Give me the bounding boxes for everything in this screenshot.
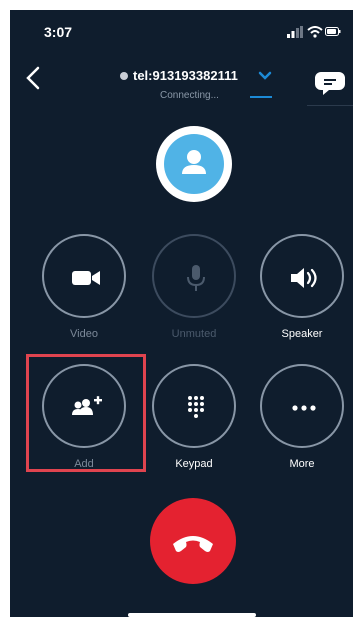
microphone-icon bbox=[187, 265, 205, 291]
end-call-button[interactable] bbox=[150, 498, 236, 584]
chat-button[interactable] bbox=[307, 66, 353, 106]
keypad-button[interactable]: Keypad bbox=[150, 364, 240, 474]
avatar bbox=[164, 134, 224, 194]
chat-button-underline bbox=[307, 105, 353, 106]
signal-icon bbox=[287, 26, 303, 38]
call-screen: 3:07 tel:913193382111 Connecting... Vide… bbox=[10, 10, 353, 617]
more-dots-icon bbox=[292, 405, 316, 411]
add-people-icon bbox=[72, 396, 102, 415]
home-indicator[interactable] bbox=[128, 613, 256, 617]
back-button[interactable] bbox=[20, 64, 46, 92]
keypad-icon bbox=[188, 396, 204, 418]
more-circle bbox=[260, 364, 344, 448]
video-label: Video bbox=[70, 328, 98, 340]
hang-up-icon bbox=[173, 536, 213, 552]
unmute-circle bbox=[152, 234, 236, 318]
call-status: Connecting... bbox=[160, 90, 219, 101]
add-circle bbox=[42, 364, 126, 448]
status-bar: 3:07 bbox=[10, 10, 353, 52]
video-button[interactable]: Video bbox=[40, 234, 130, 344]
video-circle bbox=[42, 234, 126, 318]
speaker-circle bbox=[260, 234, 344, 318]
unmute-button[interactable]: Unmuted bbox=[150, 234, 240, 344]
add-label: Add bbox=[74, 458, 94, 470]
callee-selector[interactable]: tel:913193382111 bbox=[110, 66, 280, 86]
callee-underline bbox=[250, 96, 272, 98]
chevron-down-icon bbox=[258, 71, 272, 80]
callee-avatar bbox=[156, 126, 232, 202]
person-icon bbox=[182, 150, 206, 174]
speaker-button[interactable]: Speaker bbox=[258, 234, 348, 344]
battery-icon bbox=[325, 27, 341, 36]
chat-bubble-icon bbox=[315, 72, 345, 95]
callee-number: tel:913193382111 bbox=[133, 68, 238, 83]
more-button[interactable]: More bbox=[258, 364, 348, 474]
call-indicator-dot bbox=[120, 72, 128, 80]
wifi-icon bbox=[307, 26, 323, 38]
unmute-label: Unmuted bbox=[171, 328, 217, 340]
more-label: More bbox=[289, 458, 315, 470]
speaker-icon bbox=[291, 268, 317, 288]
status-time: 3:07 bbox=[44, 24, 73, 40]
add-participant-button[interactable]: Add bbox=[40, 364, 130, 474]
video-camera-icon bbox=[72, 271, 100, 285]
status-icons bbox=[287, 26, 343, 40]
keypad-circle bbox=[152, 364, 236, 448]
speaker-label: Speaker bbox=[281, 328, 323, 340]
keypad-label: Keypad bbox=[175, 458, 213, 470]
